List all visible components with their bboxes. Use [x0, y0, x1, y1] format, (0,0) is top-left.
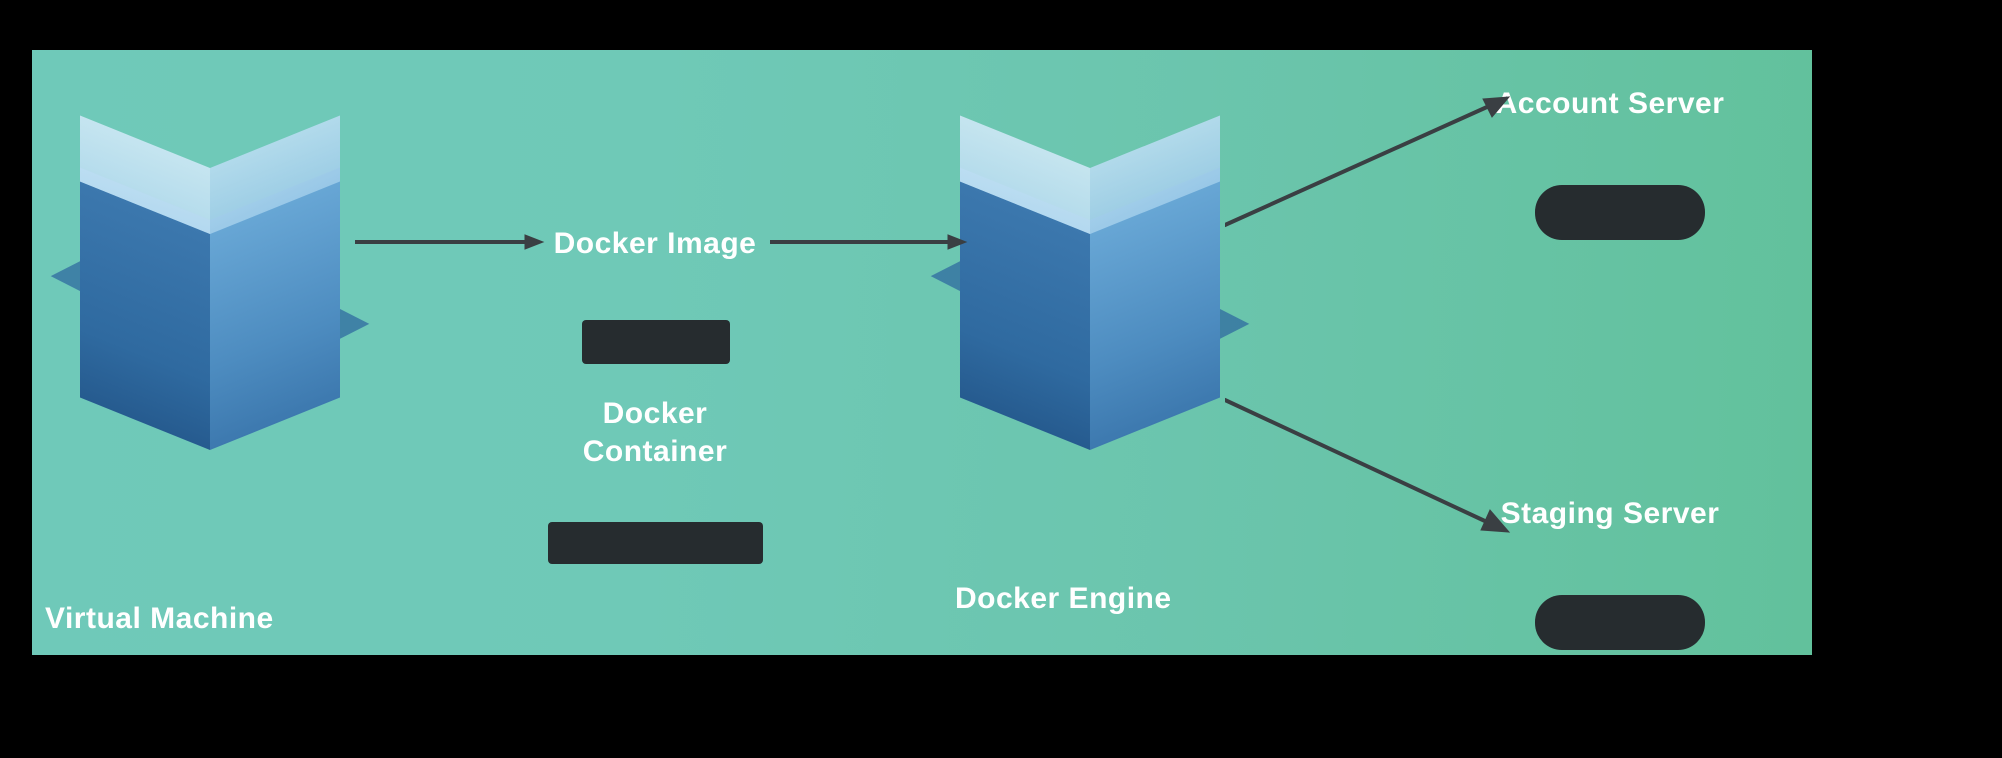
account-server-badge — [1535, 185, 1705, 240]
account-server-label: Account Server — [1490, 85, 1730, 123]
arrow-image-to-engine — [770, 232, 970, 252]
arrow-engine-to-account — [1225, 95, 1515, 235]
arrow-vm-to-image — [355, 232, 545, 252]
virtual-machine-label: Virtual Machine — [45, 600, 375, 638]
docker-engine-label: Docker Engine — [955, 580, 1225, 618]
staging-server-badge — [1535, 595, 1705, 650]
staging-server-label: Staging Server — [1490, 495, 1730, 533]
arrow-engine-to-staging — [1225, 390, 1515, 540]
docker-image-label: Docker Image — [535, 225, 775, 263]
docker-image-badge — [582, 320, 730, 364]
docker-container-badge — [548, 522, 763, 564]
docker-container-label: Docker Container — [535, 395, 775, 470]
